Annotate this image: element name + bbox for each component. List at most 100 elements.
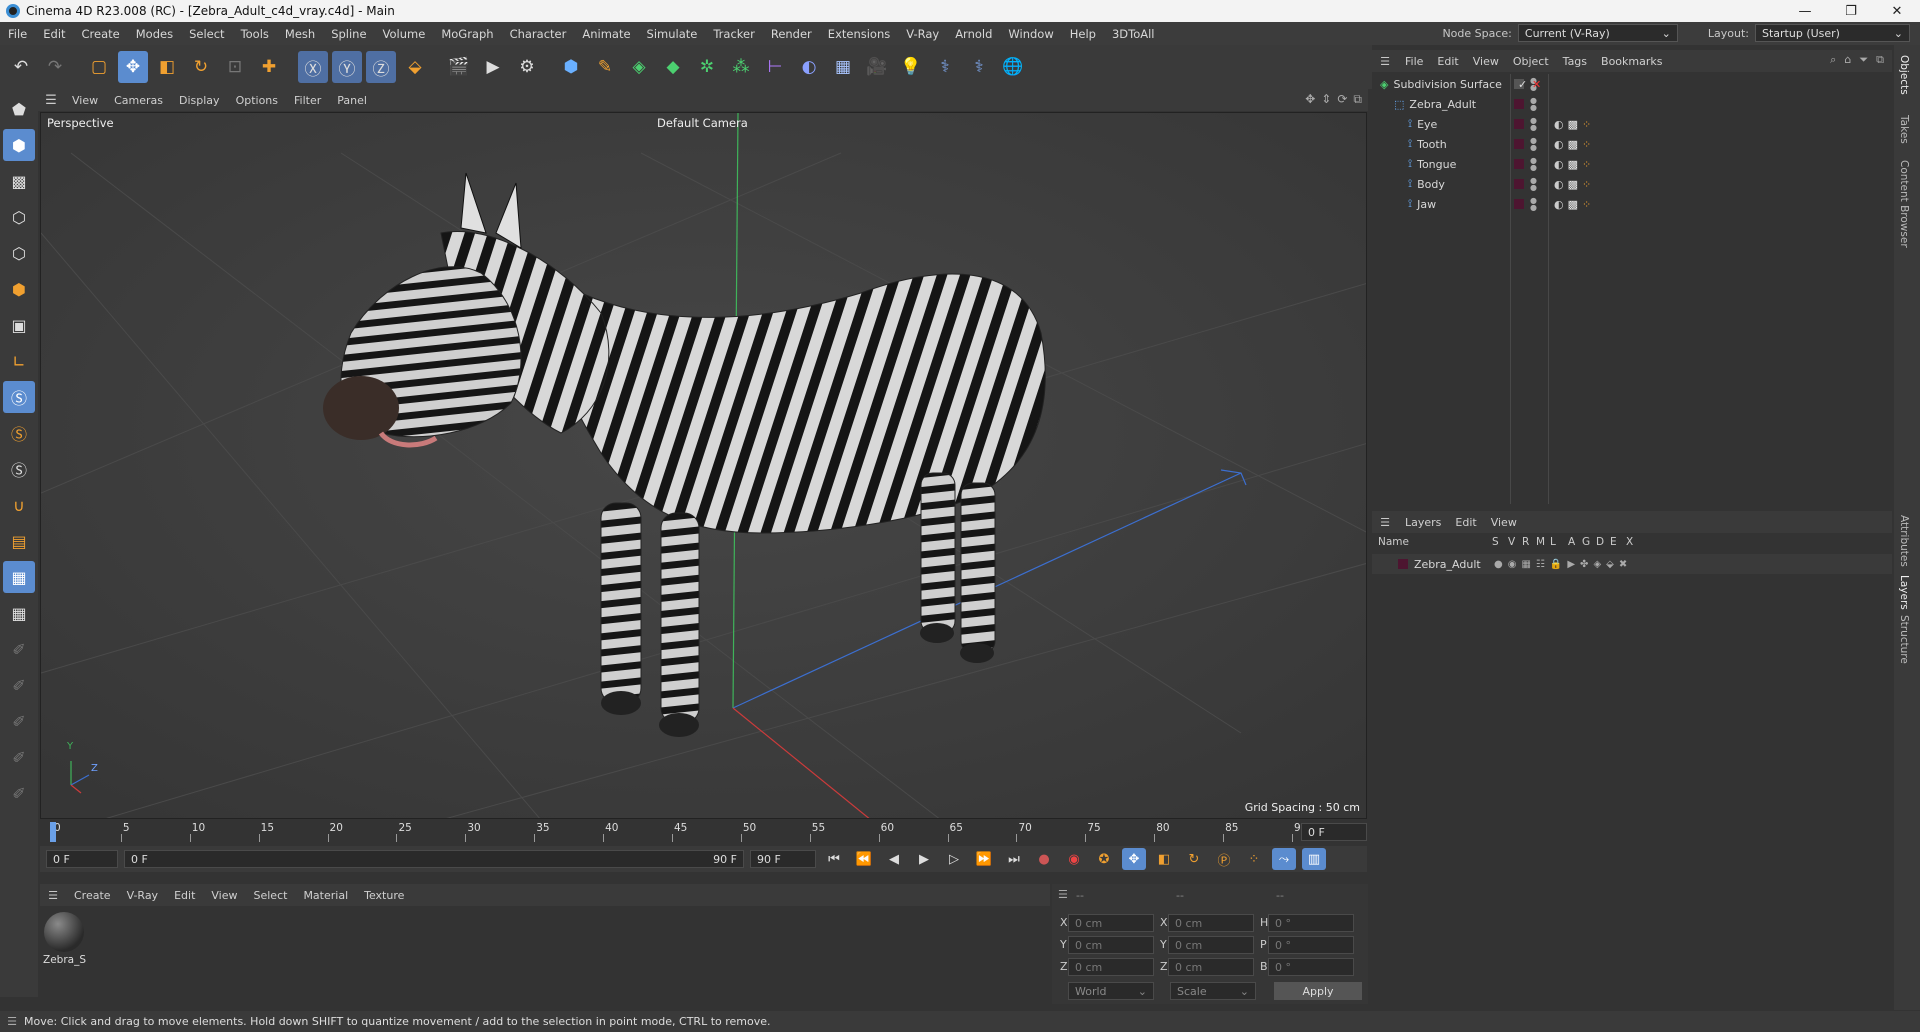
uv-mode-icon[interactable]: ▣ [3,309,35,341]
layer-column-header[interactable]: Name [1378,536,1409,548]
animation-icon[interactable]: ▶ [1567,559,1575,570]
vp-menu-cameras[interactable]: Cameras [106,94,171,107]
menu-create[interactable]: Create [74,27,128,41]
layer-color-swatch[interactable] [1514,159,1524,169]
coord-field[interactable]: 0 ° [1268,936,1354,954]
mat-menu-vray[interactable]: V-Ray [119,889,167,902]
array-icon[interactable]: ⁂ [726,51,756,83]
menu-render[interactable]: Render [763,27,820,41]
hamburger-icon[interactable]: ☰ [38,93,64,108]
live-selection-icon[interactable]: ▢ [84,51,114,83]
tab-attributes[interactable]: Attributes [1898,515,1910,567]
vp-menu-panel[interactable]: Panel [329,94,375,107]
menu-3dtoall[interactable]: 3DToAll [1104,27,1163,41]
menu-tools[interactable]: Tools [233,27,277,41]
menu-tracker[interactable]: Tracker [705,27,763,41]
home-icon[interactable]: ⌂ [1844,53,1851,67]
go-to-end-icon[interactable]: ⏭ [1002,848,1026,870]
polygons-mode-icon[interactable]: ⬢ [3,273,35,305]
uvw-tag-icon[interactable]: ⁘ [1582,178,1591,191]
key-position-icon[interactable]: ✥ [1122,848,1146,870]
edges-mode-icon[interactable]: ⬡ [3,237,35,269]
visibility-dots-icon[interactable]: ● ● [1530,117,1537,132]
menu-animate[interactable]: Animate [574,27,638,41]
layer-color-swatch[interactable] [1514,199,1524,209]
coord-field[interactable]: 0 cm [1168,958,1254,976]
frame-display[interactable]: 0 F [1301,823,1367,841]
scale-tool-icon[interactable]: ◧ [152,51,182,83]
manager-icon[interactable]: ☷ [1536,559,1545,570]
layer-column-header[interactable]: S [1492,536,1499,548]
subdivision-icon[interactable]: ◈ [624,51,654,83]
last-tool-icon[interactable]: ✚ [254,51,284,83]
camera-label[interactable]: Default Camera [657,116,748,130]
obj-menu-file[interactable]: File [1398,55,1430,68]
render-icon[interactable]: ▦ [1521,559,1530,570]
deformer-icon[interactable]: ⊢ [760,51,790,83]
next-frame-icon[interactable]: ▷ [942,848,966,870]
menu-edit[interactable]: Edit [35,27,73,41]
layer-flags[interactable]: ● ◉ ▦ ☷ 🔒 ▶ ✤ ◈ ⬙ ✖ [1494,559,1627,570]
obj-menu-tags[interactable]: Tags [1556,55,1594,68]
model-mode-icon[interactable]: ⬢ [3,129,35,161]
field-icon[interactable]: ◐ [794,51,824,83]
tab-takes[interactable]: Takes [1898,115,1910,144]
timeline-window-icon[interactable]: ▥ [1302,848,1326,870]
material-item[interactable]: Zebra_S [43,912,86,966]
viewport[interactable]: Y Z Perspective Default Camera Grid Spac… [40,112,1367,819]
y-axis-lock-icon[interactable]: Ⓨ [332,51,362,83]
key-scale-icon[interactable]: ◧ [1152,848,1176,870]
menu-vray[interactable]: V-Ray [898,27,947,41]
render-settings-icon[interactable]: ⚙ [512,51,542,83]
layer-color-swatch[interactable] [1514,139,1524,149]
start-frame-field[interactable]: 0 F [46,850,118,868]
hamburger-icon[interactable]: ☰ [1058,888,1068,901]
menu-spline[interactable]: Spline [323,27,374,41]
vp-menu-filter[interactable]: Filter [286,94,329,107]
mat-menu-edit[interactable]: Edit [166,889,203,902]
coord-field[interactable]: 0 ° [1268,914,1354,932]
mat-menu-texture[interactable]: Texture [356,889,412,902]
move-tool-icon[interactable]: ✥ [118,51,148,83]
layer-column-header[interactable]: E [1610,536,1617,548]
weight-icon[interactable]: ✐ [3,705,35,737]
sculpt-icon[interactable]: ✐ [3,669,35,701]
vp-menu-view[interactable]: View [64,94,106,107]
object-row[interactable]: ⟟ Body ● ● ◐ ▩ ⁘ [1372,174,1892,194]
visible-icon[interactable]: ◉ [1508,559,1517,570]
prev-frame-icon[interactable]: ◀ [882,848,906,870]
grid-plane-icon[interactable]: ▦ [3,561,35,593]
layer-column-header[interactable]: M [1536,536,1545,548]
vp-menu-options[interactable]: Options [228,94,286,107]
menu-arnold[interactable]: Arnold [947,27,1000,41]
cube-icon[interactable]: ⬢ [556,51,586,83]
camera-icon[interactable]: 🎥 [862,51,892,83]
apply-button[interactable]: Apply [1274,982,1362,1000]
obj-menu-object[interactable]: Object [1506,55,1556,68]
coord-field[interactable]: 0 cm [1168,914,1254,932]
spline-pen-icon[interactable]: ✎ [590,51,620,83]
menu-select[interactable]: Select [181,27,232,41]
layer-column-header[interactable]: G [1582,536,1590,548]
object-row[interactable]: ◈ Subdivision Surface ● ● ✓ ✕ [1372,74,1892,94]
timeline-ruler[interactable]: 051015202530354045505560657075808590 0 F [40,820,1367,844]
mat-menu-material[interactable]: Material [295,889,356,902]
generators-icon[interactable]: ✤ [1580,559,1588,570]
magnet-icon[interactable]: ∪ [3,489,35,521]
material-tag-icon[interactable]: ▩ [1568,178,1578,191]
dolly-icon[interactable]: ⇕ [1321,92,1331,107]
key-rotation-icon[interactable]: ↻ [1182,848,1206,870]
phong-tag-icon[interactable]: ◐ [1554,178,1564,191]
auto-key-icon[interactable]: ◉ [1062,848,1086,870]
layer-menu-layers[interactable]: Layers [1398,516,1448,529]
menu-mograph[interactable]: MoGraph [433,27,501,41]
hamburger-icon[interactable]: ☰ [1372,516,1398,529]
extra-tool-icon[interactable]: ✐ [3,777,35,809]
material-tag-icon[interactable]: ▩ [1568,138,1578,151]
render-toggle-icon[interactable]: ✕ [1532,78,1541,91]
python-icon[interactable]: ⚕ [930,51,960,83]
tab-structure[interactable]: Structure [1898,615,1910,664]
material-tag-icon[interactable]: ▩ [1568,198,1578,211]
layer-menu-view[interactable]: View [1484,516,1524,529]
close-button[interactable]: ✕ [1874,0,1920,22]
